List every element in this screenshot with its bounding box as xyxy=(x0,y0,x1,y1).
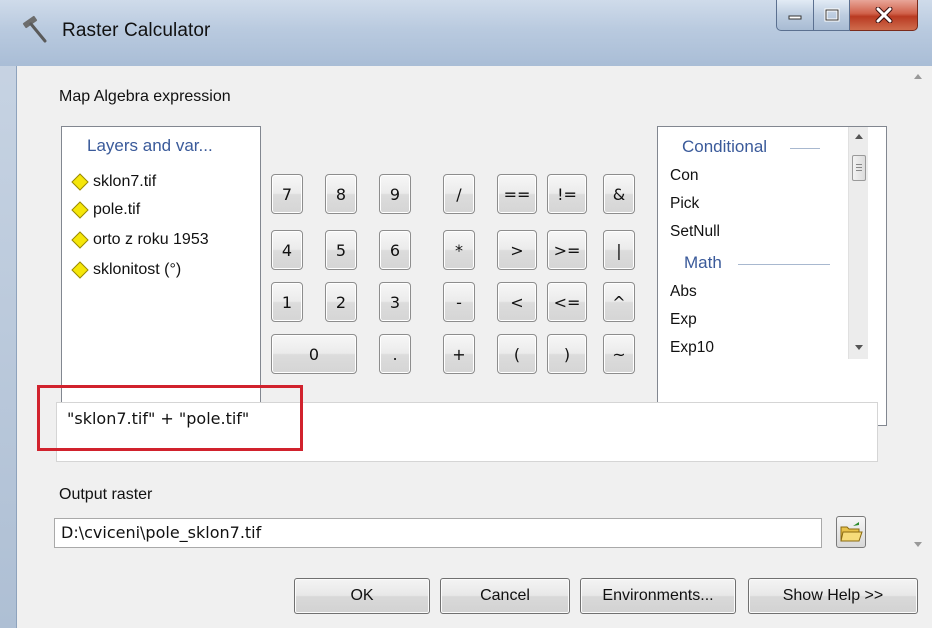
functions-list[interactable]: Conditional Con Pick SetNull Math Abs Ex… xyxy=(657,126,887,426)
output-raster-label: Output raster xyxy=(59,486,153,503)
key-0[interactable]: 0 xyxy=(271,334,357,374)
layers-list-header: Layers and var... xyxy=(87,136,213,155)
group-divider xyxy=(790,148,820,149)
function-item[interactable]: Exp xyxy=(670,311,697,329)
layer-item-sklonitost[interactable]: sklonitost (°) xyxy=(71,258,181,282)
key-7[interactable]: 7 xyxy=(271,174,303,214)
maximize-icon xyxy=(824,8,839,22)
key-decimal[interactable]: . xyxy=(379,334,411,374)
raster-layer-icon xyxy=(71,231,89,249)
key-minus[interactable]: - xyxy=(443,282,475,322)
layer-item-pole[interactable]: pole.tif xyxy=(71,198,140,222)
function-item[interactable]: Abs xyxy=(670,283,697,301)
key-plus[interactable]: + xyxy=(443,334,475,374)
layer-label: pole.tif xyxy=(93,201,141,218)
function-item[interactable]: Exp10 xyxy=(670,339,714,357)
raster-calculator-window: Raster Calculator Map Algebra expression… xyxy=(0,0,932,628)
scroll-up-icon[interactable] xyxy=(854,134,863,139)
cancel-button[interactable]: Cancel xyxy=(440,578,570,614)
layer-label: orto z roku 1953 xyxy=(93,231,209,248)
group-divider xyxy=(738,264,830,265)
dialog-scrollbar[interactable] xyxy=(904,66,932,556)
layer-item-sklon7[interactable]: sklon7.tif xyxy=(71,170,156,194)
key-xor[interactable]: ^ xyxy=(603,282,635,322)
function-group-header: Math xyxy=(684,253,722,272)
layer-label: sklon7.tif xyxy=(93,173,157,190)
function-item[interactable]: Con xyxy=(670,167,698,185)
open-folder-icon xyxy=(840,522,863,542)
key-greater[interactable]: > xyxy=(497,230,537,270)
key-1[interactable]: 1 xyxy=(271,282,303,322)
grip-line xyxy=(856,170,862,171)
key-4[interactable]: 4 xyxy=(271,230,303,270)
scroll-up-icon[interactable] xyxy=(914,74,922,79)
minimize-button[interactable] xyxy=(776,0,814,31)
raster-layer-icon xyxy=(71,173,89,191)
key-and[interactable]: & xyxy=(603,174,635,214)
grip-line xyxy=(856,164,862,165)
key-2[interactable]: 2 xyxy=(325,282,357,322)
key-8[interactable]: 8 xyxy=(325,174,357,214)
scroll-thumb[interactable] xyxy=(852,155,866,181)
caption-buttons xyxy=(776,0,918,32)
key-or[interactable]: | xyxy=(603,230,635,270)
key-3[interactable]: 3 xyxy=(379,282,411,322)
grip-line xyxy=(856,167,862,168)
key-equal[interactable]: == xyxy=(497,174,537,214)
key-less-equal[interactable]: <= xyxy=(547,282,587,322)
key-6[interactable]: 6 xyxy=(379,230,411,270)
key-not[interactable]: ~ xyxy=(603,334,635,374)
key-not-equal[interactable]: != xyxy=(547,174,587,214)
key-open-paren[interactable]: ( xyxy=(497,334,537,374)
hammer-icon xyxy=(22,15,47,43)
key-9[interactable]: 9 xyxy=(379,174,411,214)
key-less[interactable]: < xyxy=(497,282,537,322)
maximize-button[interactable] xyxy=(814,0,850,31)
close-icon xyxy=(875,7,892,23)
layer-label: sklonitost (°) xyxy=(93,261,182,278)
ok-button[interactable]: OK xyxy=(294,578,430,614)
browse-folder-button[interactable] xyxy=(836,516,866,548)
function-group-header: Conditional xyxy=(682,137,768,156)
raster-layer-icon xyxy=(71,261,89,279)
layer-item-orto[interactable]: orto z roku 1953 xyxy=(71,228,209,252)
raster-layer-icon xyxy=(71,201,89,219)
key-multiply[interactable]: * xyxy=(443,230,475,270)
scroll-down-icon[interactable] xyxy=(914,542,922,547)
functions-scrollbar[interactable] xyxy=(848,127,868,359)
minimize-icon xyxy=(788,15,802,20)
function-item[interactable]: Pick xyxy=(670,195,699,213)
show-help-button[interactable]: Show Help >> xyxy=(748,578,918,614)
output-raster-input[interactable]: D:\cviceni\pole_sklon7.tif xyxy=(54,518,822,548)
scroll-down-icon[interactable] xyxy=(854,345,863,350)
map-algebra-label: Map Algebra expression xyxy=(59,88,231,105)
window-title: Raster Calculator xyxy=(62,20,211,41)
close-button[interactable] xyxy=(850,0,918,31)
key-5[interactable]: 5 xyxy=(325,230,357,270)
key-greater-equal[interactable]: >= xyxy=(547,230,587,270)
highlight-annotation-box xyxy=(37,385,303,451)
title-bar[interactable]: Raster Calculator xyxy=(0,0,932,66)
function-item[interactable]: SetNull xyxy=(670,223,720,241)
key-close-paren[interactable]: ) xyxy=(547,334,587,374)
key-divide[interactable]: / xyxy=(443,174,475,214)
environments-button[interactable]: Environments... xyxy=(580,578,736,614)
